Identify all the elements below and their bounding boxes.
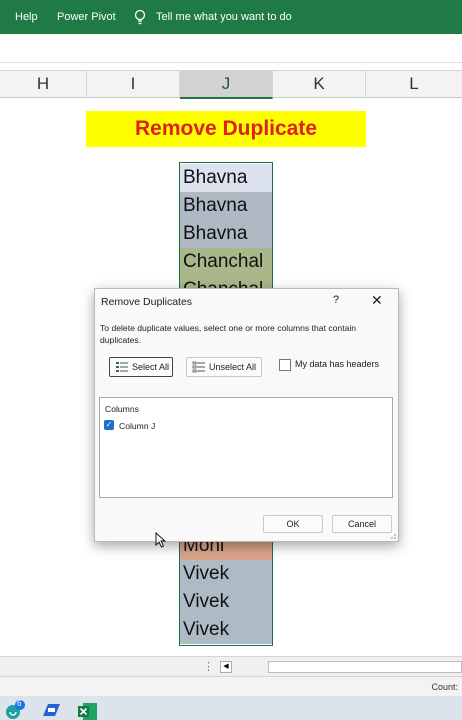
select-all-label: Select All <box>132 362 170 372</box>
ribbon-bar: Help Power Pivot Tell me what you want t… <box>0 0 462 34</box>
select-all-button[interactable]: Select All <box>109 357 173 377</box>
cell-j-vivek-3[interactable]: Vivek <box>180 616 272 644</box>
status-count-label: Count: <box>431 682 458 692</box>
columns-listbox: Columns ✓ Column J <box>99 397 393 498</box>
cell-j-bhavna-2[interactable]: Bhavna <box>180 192 272 220</box>
horizontal-scrollbar[interactable]: ⋮ ◀ <box>0 656 462 677</box>
status-bar: Count: <box>0 676 462 697</box>
cell-j-vivek-2[interactable]: Vivek <box>180 588 272 616</box>
ok-button[interactable]: OK <box>263 515 323 533</box>
cell-j-chanchal-1[interactable]: Chanchal <box>180 248 272 276</box>
lightbulb-icon <box>134 9 146 25</box>
column-j-checkbox[interactable]: ✓ <box>104 420 114 430</box>
column-header-j[interactable]: J <box>180 71 273 99</box>
dialog-description: To delete duplicate values, select one o… <box>100 323 357 345</box>
taskbar: 6 <box>0 696 462 720</box>
cell-j-bhavna-1[interactable]: Bhavna <box>180 164 272 192</box>
help-button[interactable]: ? <box>333 294 339 306</box>
column-header-l[interactable]: L <box>366 71 462 97</box>
cell-j-bhavna-3[interactable]: Bhavna <box>180 220 272 248</box>
column-header-k[interactable]: K <box>273 71 366 97</box>
remove-duplicates-dialog: Remove Duplicates ? ✕ To delete duplicat… <box>94 288 399 542</box>
select-all-icon <box>116 362 128 372</box>
edge-browser-icon[interactable] <box>40 700 62 720</box>
cancel-button[interactable]: Cancel <box>332 515 392 533</box>
unselect-all-label: Unselect All <box>209 362 257 372</box>
tab-power-pivot[interactable]: Power Pivot <box>57 11 116 23</box>
dialog-title: Remove Duplicates <box>101 296 193 308</box>
tab-help[interactable]: Help <box>15 11 38 23</box>
column-header-h[interactable]: H <box>0 71 87 97</box>
my-data-has-headers-checkbox[interactable] <box>279 359 291 371</box>
scroll-split-handle[interactable]: ⋮ <box>203 660 215 673</box>
cell-j-vivek-1[interactable]: Vivek <box>180 560 272 588</box>
scroll-left-button[interactable]: ◀ <box>220 661 232 673</box>
column-headers: H I J K L <box>0 70 462 99</box>
my-data-has-headers-label[interactable]: My data has headers <box>295 359 379 369</box>
unselect-all-button[interactable]: Unselect All <box>186 357 262 377</box>
scroll-track[interactable] <box>268 661 462 673</box>
columns-header: Columns <box>105 404 139 414</box>
column-header-i[interactable]: I <box>87 71 180 97</box>
unselect-all-icon <box>192 361 205 373</box>
formula-area <box>0 34 462 63</box>
close-button[interactable]: ✕ <box>371 292 383 309</box>
excel-taskbar-icon[interactable] <box>76 700 98 720</box>
title-banner: Remove Duplicate <box>86 111 366 147</box>
tell-me-search[interactable]: Tell me what you want to do <box>156 11 292 23</box>
notification-badge: 6 <box>17 699 22 708</box>
mouse-cursor-icon <box>155 532 167 548</box>
resize-grip-icon[interactable] <box>388 531 396 539</box>
column-j-label[interactable]: Column J <box>119 421 155 431</box>
chat-app-icon[interactable] <box>4 700 26 720</box>
